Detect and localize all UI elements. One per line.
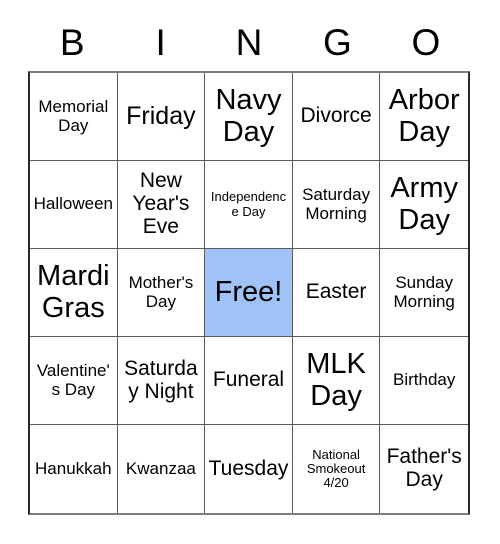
- bingo-header-letter-g: G: [323, 22, 352, 63]
- bingo-cell-label: Valentine's Day: [36, 361, 110, 399]
- bingo-cell-label: Saturday Morning: [302, 185, 371, 223]
- bingo-cell[interactable]: Saturday Morning: [292, 161, 381, 249]
- bingo-header-row: B I N G O: [28, 14, 470, 71]
- bingo-cell-label: Funeral: [212, 368, 285, 392]
- bingo-cell[interactable]: Mother's Day: [117, 249, 206, 337]
- bingo-header-letter-n: N: [235, 22, 263, 63]
- bingo-cell-label: Mardi Gras: [37, 260, 110, 324]
- bingo-cell[interactable]: New Year's Eve: [117, 161, 206, 249]
- bingo-cell[interactable]: Saturday Night: [117, 337, 206, 425]
- bingo-cell[interactable]: Independence Day: [205, 161, 293, 249]
- bingo-cell[interactable]: Easter: [292, 249, 381, 337]
- bingo-cell[interactable]: Birthday: [380, 337, 468, 425]
- bingo-cell-label: Friday: [126, 102, 196, 130]
- bingo-cell[interactable]: Army Day: [380, 161, 468, 249]
- bingo-cell[interactable]: Hanukkah: [30, 425, 118, 513]
- bingo-cell-label: MLK Day: [306, 348, 366, 412]
- bingo-cell-label: Independence Day: [210, 189, 287, 219]
- bingo-header-letter-o: O: [411, 22, 441, 63]
- bingo-cell[interactable]: Valentine's Day: [30, 337, 118, 425]
- bingo-cell[interactable]: Funeral: [205, 337, 293, 425]
- bingo-header-letter-b: B: [59, 22, 85, 63]
- bingo-header-letter-i: I: [155, 22, 166, 63]
- bingo-cell-label: Father's Day: [386, 445, 462, 491]
- bingo-cell[interactable]: National Smokeout 4/20: [292, 425, 381, 513]
- bingo-cell[interactable]: Mardi Gras: [30, 249, 118, 337]
- bingo-cell[interactable]: Arbor Day: [380, 73, 468, 161]
- bingo-cell[interactable]: Sunday Morning: [380, 249, 468, 337]
- bingo-cell-label: Arbor Day: [388, 84, 460, 148]
- bingo-cell[interactable]: Tuesday: [205, 425, 293, 513]
- bingo-cell-label: Birthday: [393, 370, 456, 390]
- bingo-cell-label: Navy Day: [215, 84, 282, 148]
- bingo-cell-label: Sunday Morning: [393, 273, 455, 311]
- bingo-free-space-cell[interactable]: Free!: [205, 249, 293, 337]
- bingo-card: B I N G O Memorial Day Friday Navy Day Divo…: [0, 0, 500, 544]
- bingo-cell[interactable]: MLK Day: [292, 337, 381, 425]
- bingo-grid: Memorial Day Friday Navy Day Divorce Arbor D…: [28, 71, 470, 515]
- bingo-cell[interactable]: Navy Day: [205, 73, 293, 161]
- bingo-cell-label: Kwanzaa: [125, 458, 196, 478]
- bingo-cell[interactable]: Divorce: [292, 73, 381, 161]
- bingo-cell-label: Saturday Night: [124, 356, 198, 403]
- bingo-cell-label: Army Day: [390, 172, 459, 236]
- bingo-cell-label: Easter: [305, 280, 367, 304]
- bingo-cell-label: Free!: [214, 275, 283, 308]
- bingo-cell[interactable]: Friday: [117, 73, 206, 161]
- bingo-cell[interactable]: Halloween: [30, 161, 118, 249]
- bingo-cell[interactable]: Memorial Day: [30, 73, 118, 161]
- bingo-cell[interactable]: Father's Day: [380, 425, 468, 513]
- bingo-cell-label: Hanukkah: [35, 458, 112, 478]
- bingo-cell[interactable]: Kwanzaa: [117, 425, 206, 513]
- bingo-cell-label: New Year's Eve: [132, 169, 190, 238]
- bingo-cell-label: Divorce: [300, 104, 372, 128]
- bingo-cell-label: Mother's Day: [128, 273, 194, 311]
- bingo-cell-label: Memorial Day: [38, 97, 109, 135]
- bingo-cell-label: National Smokeout 4/20: [306, 446, 366, 491]
- bingo-cell-label: Tuesday: [208, 456, 289, 480]
- bingo-cell-label: Halloween: [33, 194, 113, 214]
